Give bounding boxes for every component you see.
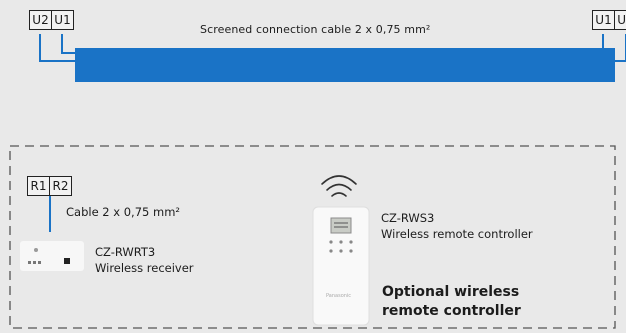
- wifi-icon: [321, 175, 357, 197]
- optional-label-line2: remote controller: [382, 303, 521, 319]
- wire-left-u2: [39, 34, 75, 62]
- diagram-graphics: [9, 34, 626, 329]
- remote-controller-device: [312, 206, 370, 326]
- terminal-left-u2: U2: [29, 10, 52, 30]
- terminal-left-u1: U1: [51, 10, 74, 30]
- remote-model: CZ-RWS3: [381, 211, 435, 225]
- receiver-model: CZ-RWRT3: [95, 245, 156, 259]
- terminal-r1: R1: [27, 176, 50, 196]
- terminal-right-u1a: U1: [592, 10, 615, 30]
- terminal-right-u1b: U1: [614, 10, 626, 30]
- wire-left-u1: [61, 34, 75, 54]
- screened-cable: [75, 48, 615, 82]
- remote-brand: Panasonic: [326, 293, 352, 299]
- receiver-cable-label: Cable 2 x 0,75 mm²: [66, 205, 181, 219]
- terminal-r2: R2: [49, 176, 72, 196]
- wire-right-u1b: [615, 34, 626, 62]
- screened-cable-label: Screened connection cable 2 x 0,75 mm²: [200, 23, 431, 36]
- remote-name: Wireless remote controller: [381, 227, 533, 241]
- optional-label-line1: Optional wireless: [382, 284, 520, 300]
- receiver-name: Wireless receiver: [95, 261, 194, 275]
- wireless-receiver-device: [20, 241, 84, 271]
